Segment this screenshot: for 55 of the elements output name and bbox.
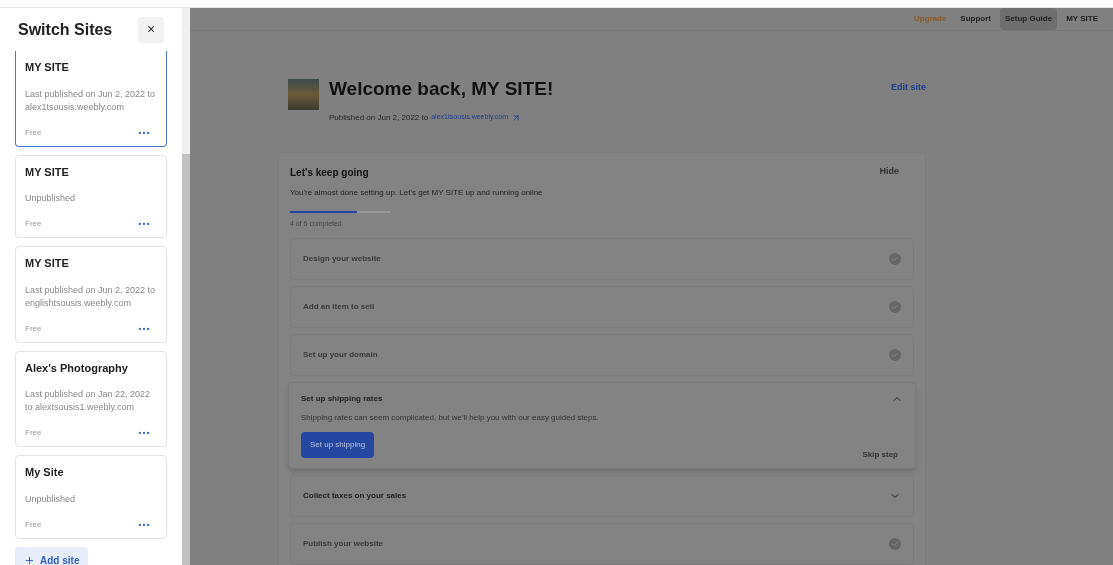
plus-icon — [24, 554, 35, 565]
edit-site-link[interactable]: Edit site — [891, 81, 926, 95]
site-name: MY SITE — [25, 164, 70, 180]
hide-link[interactable]: Hide — [879, 164, 899, 180]
step-title: Add an item to sell — [303, 301, 375, 313]
setup-step[interactable]: Publish your website — [290, 523, 914, 565]
plan-label: Free — [25, 126, 42, 139]
site-name: My Site — [25, 465, 65, 481]
site-card[interactable]: MY SITE Last published on Jun 2, 2022 to englishtsousis.weebly.com Free — [15, 246, 167, 343]
close-button[interactable]: × — [138, 16, 164, 43]
site-status: Unpublished — [25, 492, 77, 506]
setup-step[interactable]: Add an item to sell — [290, 286, 914, 328]
add-site-button[interactable]: Add site — [15, 546, 89, 565]
step-description: Shipping rates can seem complicated, but we'll help you with our easy guided steps. — [301, 412, 600, 424]
step-title: Set up your domain — [303, 349, 378, 361]
plan-label: Free — [25, 518, 42, 531]
check-icon — [889, 538, 901, 550]
step-title: Publish your website — [303, 538, 383, 550]
check-icon — [889, 253, 901, 265]
published-text: Published on Jun 2, 2022 to — [329, 111, 429, 124]
set-up-shipping-button[interactable]: Set up shipping — [301, 432, 375, 458]
site-name: MY SITE — [25, 60, 70, 76]
step-title: Design your website — [303, 253, 381, 265]
plan-label: Free — [25, 322, 42, 335]
site-card[interactable]: My Site Unpublished Free — [15, 455, 167, 539]
plan-label: Free — [25, 218, 42, 231]
welcome-title: Welcome back, MY SITE! — [329, 77, 555, 101]
setup-step[interactable]: Set up your domain — [290, 334, 914, 376]
site-card[interactable]: MY SITE Unpublished Free — [15, 154, 167, 239]
step-title: Collect taxes on your sales — [303, 490, 407, 502]
site-status: Last published on Jun 2, 2022 to englishtsousis.weebly.com — [25, 283, 157, 310]
nav-link[interactable]: Support — [955, 8, 996, 30]
check-icon — [889, 301, 901, 313]
site-status: Last published on Jan 22, 2022 to alextsousis1.weebly.com — [25, 388, 152, 415]
setup-step[interactable]: Set up shipping rates Shipping rates can seem complicated, but we'll help you with our easy guided steps. Set up shipping Skip step — [288, 382, 916, 469]
external-link-icon — [511, 112, 522, 123]
step-title: Set up shipping rates — [301, 393, 383, 405]
setup-step[interactable]: Collect taxes on your sales — [290, 475, 914, 517]
skip-step-link[interactable]: Skip step — [862, 449, 898, 461]
site-name: MY SITE — [25, 256, 70, 272]
nav-link[interactable]: MY SITE — [1061, 8, 1103, 30]
nav-link[interactable]: Setup Guide — [1000, 8, 1058, 30]
site-status: Unpublished — [25, 192, 77, 206]
setup-step[interactable]: Design your website — [290, 238, 914, 280]
plan-label: Free — [25, 427, 42, 440]
site-name: Alex's Photography — [25, 360, 129, 376]
site-status: Last published on Jun 2, 2022 to alex1tsousis.weebly.com — [25, 87, 157, 114]
scrollbar[interactable] — [182, 8, 190, 565]
site-card[interactable]: Alex's Photography Last published on Jan 22, 2022 to alextsousis1.weebly.com Free — [15, 350, 167, 448]
setup-subtitle: You're almost done setting up. Let's get MY SITE up and running online — [290, 186, 544, 199]
sidebar-title: Switch Sites — [18, 19, 113, 40]
site-card[interactable]: MY SITE Last published on Jun 2, 2022 to alex1tsousis.weebly.com Free — [15, 51, 167, 147]
setup-title: Let's keep going — [290, 165, 369, 180]
site-thumbnail — [288, 79, 319, 110]
check-icon — [889, 349, 901, 361]
